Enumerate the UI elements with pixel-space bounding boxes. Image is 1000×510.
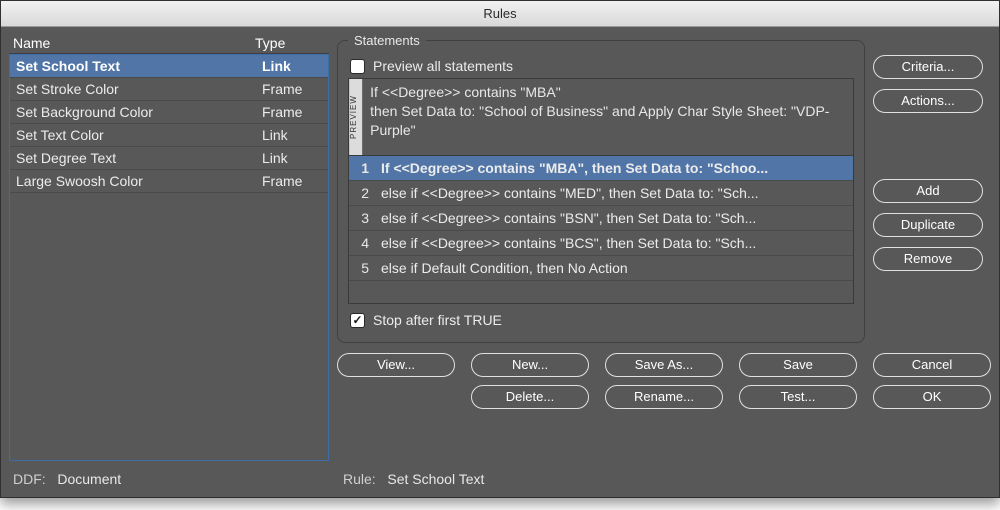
preview-tag: PREVIEW [349,79,362,155]
rule-row[interactable]: Set Stroke ColorFrame [10,78,328,101]
new-button[interactable]: New... [471,353,589,377]
preview-box: PREVIEW If <<Degree>> contains "MBA" the… [348,78,854,156]
statement-number: 1 [355,160,381,176]
statement-row[interactable]: 1If <<Degree>> contains "MBA", then Set … [349,156,853,181]
statements-wrap: Statements Preview all statements PREVIE… [337,33,865,343]
statement-number: 2 [355,185,381,201]
stop-after-true-row[interactable]: ✓ Stop after first TRUE [350,312,854,328]
preview-all-row[interactable]: Preview all statements [350,58,854,74]
statement-row[interactable]: 2else if <<Degree>> contains "MED", then… [349,181,853,206]
statement-row[interactable]: 5else if Default Condition, then No Acti… [349,256,853,281]
statement-text: else if <<Degree>> contains "MED", then … [381,185,847,201]
statement-list[interactable]: 1If <<Degree>> contains "MBA", then Set … [348,156,854,304]
statement-number: 3 [355,210,381,226]
rule-label: Rule: [343,471,376,487]
save-button[interactable]: Save [739,353,857,377]
criteria-button[interactable]: Criteria... [873,55,983,79]
saveas-button[interactable]: Save As... [605,353,723,377]
side-buttons: Criteria... Actions... Add Duplicate Rem… [873,55,983,271]
view-button[interactable]: View... [337,353,455,377]
statement-row[interactable]: 3else if <<Degree>> contains "BSN", then… [349,206,853,231]
button-row-2: Delete... Rename... Test... OK [337,385,991,409]
footer-left: DDF: Document [13,471,343,487]
column-header-type[interactable]: Type [255,35,325,51]
remove-button[interactable]: Remove [873,247,983,271]
column-header-name[interactable]: Name [13,35,255,51]
preview-line1: If <<Degree>> contains "MBA" [370,83,845,102]
rule-type: Link [262,150,322,166]
ddf-value: Document [57,471,121,487]
rules-dialog: Rules Name Type Set School TextLinkSet S… [0,0,1000,498]
spacer [873,123,983,169]
preview-line2: then Set Data to: "School of Business" a… [370,102,845,140]
statement-text: If <<Degree>> contains "MBA", then Set D… [381,160,847,176]
rule-type: Frame [262,104,322,120]
statement-text: else if Default Condition, then No Actio… [381,260,847,276]
duplicate-button[interactable]: Duplicate [873,213,983,237]
rule-row[interactable]: Large Swoosh ColorFrame [10,170,328,193]
preview-all-checkbox[interactable] [350,59,365,74]
footer: DDF: Document Rule: Set School Text [1,465,999,497]
delete-button[interactable]: Delete... [471,385,589,409]
bottom-buttons: View... New... Save As... Save Cancel De… [337,353,991,409]
rule-row[interactable]: Set School TextLink [10,55,328,78]
rule-name: Set Degree Text [16,150,262,166]
rules-right-pane: Statements Preview all statements PREVIE… [337,33,991,461]
actions-button[interactable]: Actions... [873,89,983,113]
window-title: Rules [1,1,999,27]
rules-header: Name Type [9,33,329,54]
stop-after-true-checkbox[interactable]: ✓ [350,313,365,328]
rename-button[interactable]: Rename... [605,385,723,409]
ok-button[interactable]: OK [873,385,991,409]
rule-name: Set School Text [16,58,262,74]
statement-row[interactable]: 4else if <<Degree>> contains "BCS", then… [349,231,853,256]
ddf-label: DDF: [13,471,46,487]
cancel-button[interactable]: Cancel [873,353,991,377]
rule-type: Link [262,58,322,74]
button-row-1: View... New... Save As... Save Cancel [337,353,991,377]
stop-after-true-label: Stop after first TRUE [373,312,502,328]
preview-all-label: Preview all statements [373,58,513,74]
preview-text: If <<Degree>> contains "MBA" then Set Da… [362,79,853,155]
rule-row[interactable]: Set Degree TextLink [10,147,328,170]
rule-type: Link [262,127,322,143]
add-button[interactable]: Add [873,179,983,203]
rule-name: Set Background Color [16,104,262,120]
rules-list[interactable]: Set School TextLinkSet Stroke ColorFrame… [9,54,329,461]
rule-type: Frame [262,173,322,189]
dialog-body: Name Type Set School TextLinkSet Stroke … [1,27,999,465]
test-button[interactable]: Test... [739,385,857,409]
rules-left-pane: Name Type Set School TextLinkSet Stroke … [9,33,329,461]
rule-name: Large Swoosh Color [16,173,262,189]
rule-row[interactable]: Set Background ColorFrame [10,101,328,124]
statement-number: 5 [355,260,381,276]
statement-number: 4 [355,235,381,251]
statements-group: Statements Preview all statements PREVIE… [337,33,865,343]
rule-name: Set Text Color [16,127,262,143]
rule-value: Set School Text [387,471,484,487]
statements-legend: Statements [348,33,426,48]
footer-right: Rule: Set School Text [343,471,484,487]
statement-text: else if <<Degree>> contains "BSN", then … [381,210,847,226]
statement-blank [349,281,853,303]
rule-row[interactable]: Set Text ColorLink [10,124,328,147]
rule-name: Set Stroke Color [16,81,262,97]
statement-text: else if <<Degree>> contains "BCS", then … [381,235,847,251]
rule-type: Frame [262,81,322,97]
